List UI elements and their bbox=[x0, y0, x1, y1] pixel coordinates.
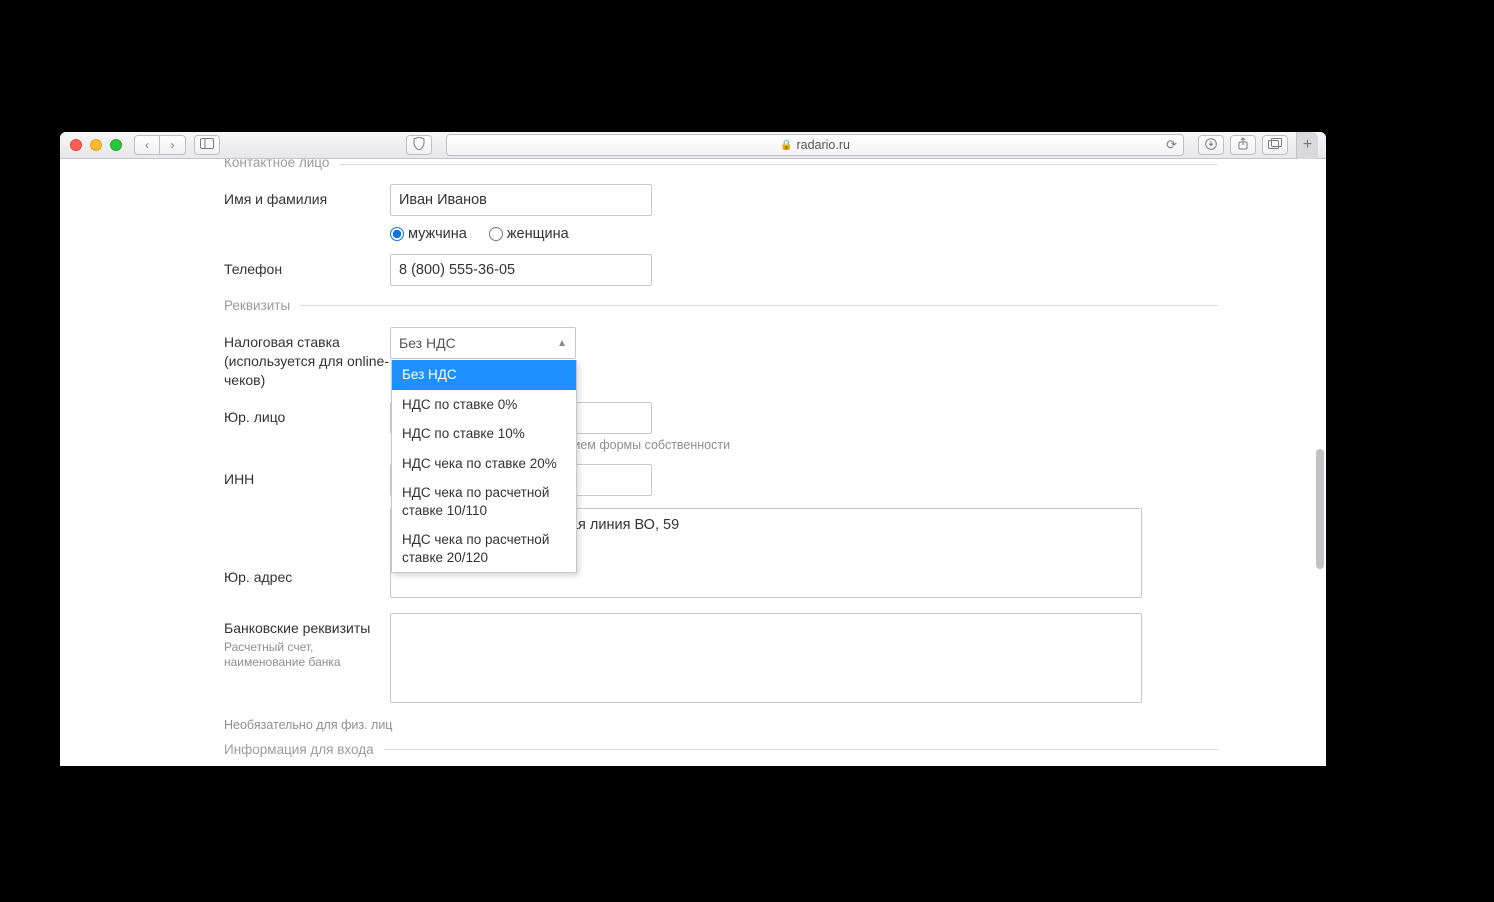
reload-icon[interactable]: ⟳ bbox=[1166, 137, 1177, 153]
label-tax-rate: Налоговая ставка (используется для onlin… bbox=[224, 327, 390, 390]
window-controls bbox=[68, 139, 126, 151]
gender-female[interactable]: женщина bbox=[489, 226, 569, 242]
new-tab-button[interactable]: + bbox=[1296, 132, 1318, 159]
gender-female-radio[interactable] bbox=[489, 227, 503, 241]
reader-button[interactable] bbox=[406, 135, 432, 155]
downloads-button[interactable] bbox=[1198, 135, 1224, 155]
label-legal-entity: Юр. лицо bbox=[224, 402, 390, 427]
label-phone: Телефон bbox=[224, 254, 390, 279]
section-contact: Контактное лицо bbox=[224, 159, 1218, 170]
tax-rate-select[interactable]: Без НДС ▲ Без НДС НДС по ставке 0% НДС п… bbox=[390, 327, 576, 359]
sidebar-icon bbox=[200, 138, 214, 152]
address-bar[interactable]: 🔒 radario.ru ⟳ bbox=[446, 134, 1184, 156]
tax-rate-value: Без НДС bbox=[399, 335, 456, 351]
row-legal-address: Юр. адрес bbox=[224, 508, 1218, 601]
close-window-button[interactable] bbox=[70, 139, 82, 151]
nav-buttons: ‹ › bbox=[134, 135, 186, 155]
page-content: Контактное лицо Имя и фамилия мужчина bbox=[60, 159, 1326, 766]
safari-toolbar: ‹ › 🔒 radario.ru ⟳ bbox=[60, 132, 1326, 159]
gender-radios: мужчина женщина bbox=[390, 226, 1218, 242]
tax-rate-dropdown: Без НДС НДС по ставке 0% НДС по ставке 1… bbox=[391, 360, 577, 573]
label-inn: ИНН bbox=[224, 464, 390, 489]
bank-textarea[interactable] bbox=[390, 613, 1142, 703]
section-contact-label: Контактное лицо bbox=[224, 159, 329, 170]
row-tax-rate: Налоговая ставка (используется для onlin… bbox=[224, 327, 1218, 390]
back-button[interactable]: ‹ bbox=[134, 135, 160, 155]
row-legal-entity: Юр. лицо Полное наименование с указанием… bbox=[224, 402, 1218, 452]
tax-opt-4[interactable]: НДС чека по расчетной ставке 10/110 bbox=[392, 478, 576, 525]
tax-opt-3[interactable]: НДС чека по ставке 20% bbox=[392, 449, 576, 479]
minimize-window-button[interactable] bbox=[90, 139, 102, 151]
gender-male[interactable]: мужчина bbox=[390, 226, 467, 242]
row-bank: Банковские реквизиты Расчетный счет, наи… bbox=[224, 613, 1218, 706]
lock-icon: 🔒 bbox=[780, 140, 792, 151]
label-name: Имя и фамилия bbox=[224, 184, 390, 209]
section-requisites: Реквизиты bbox=[224, 298, 1218, 313]
browser-window: ‹ › 🔒 radario.ru ⟳ bbox=[60, 132, 1326, 766]
tax-opt-5[interactable]: НДС чека по расчетной ставке 20/120 bbox=[392, 525, 576, 572]
fullscreen-window-button[interactable] bbox=[110, 139, 122, 151]
tabs-icon bbox=[1268, 138, 1282, 152]
section-login: Информация для входа bbox=[224, 742, 1218, 757]
gender-female-label: женщина bbox=[507, 226, 569, 242]
phys-note: Необязательно для физ. лиц bbox=[224, 718, 1218, 732]
label-bank: Банковские реквизиты Расчетный счет, наи… bbox=[224, 613, 390, 671]
share-icon bbox=[1237, 137, 1249, 153]
chevron-right-icon: › bbox=[171, 138, 175, 152]
gender-male-radio[interactable] bbox=[390, 227, 404, 241]
tax-opt-0[interactable]: Без НДС bbox=[392, 360, 576, 390]
tax-opt-2[interactable]: НДС по ставке 10% bbox=[392, 419, 576, 449]
chevron-up-icon: ▲ bbox=[557, 338, 567, 349]
shield-icon bbox=[413, 137, 425, 153]
page-viewport: Контактное лицо Имя и фамилия мужчина bbox=[60, 159, 1326, 766]
tax-opt-1[interactable]: НДС по ставке 0% bbox=[392, 390, 576, 420]
url-host: radario.ru bbox=[796, 138, 850, 152]
forward-button[interactable]: › bbox=[160, 135, 186, 155]
name-input[interactable] bbox=[390, 184, 652, 216]
label-bank-sub: Расчетный счет, наименование банка bbox=[224, 640, 390, 671]
share-button[interactable] bbox=[1230, 135, 1256, 155]
label-legal-address: Юр. адрес bbox=[224, 508, 390, 587]
download-icon bbox=[1205, 138, 1217, 153]
chevron-left-icon: ‹ bbox=[145, 138, 149, 152]
label-bank-main: Банковские реквизиты bbox=[224, 620, 370, 636]
section-requisites-label: Реквизиты bbox=[224, 298, 290, 313]
gender-male-label: мужчина bbox=[408, 226, 467, 242]
phone-input[interactable] bbox=[390, 254, 652, 286]
row-phone: Телефон bbox=[224, 254, 1218, 286]
section-login-label: Информация для входа bbox=[224, 742, 374, 757]
row-inn: ИНН bbox=[224, 464, 1218, 496]
sidebar-toggle-button[interactable] bbox=[194, 135, 220, 155]
tabs-button[interactable] bbox=[1262, 135, 1288, 155]
plus-icon: + bbox=[1303, 136, 1312, 154]
row-name: Имя и фамилия мужчина женщина bbox=[224, 184, 1218, 242]
